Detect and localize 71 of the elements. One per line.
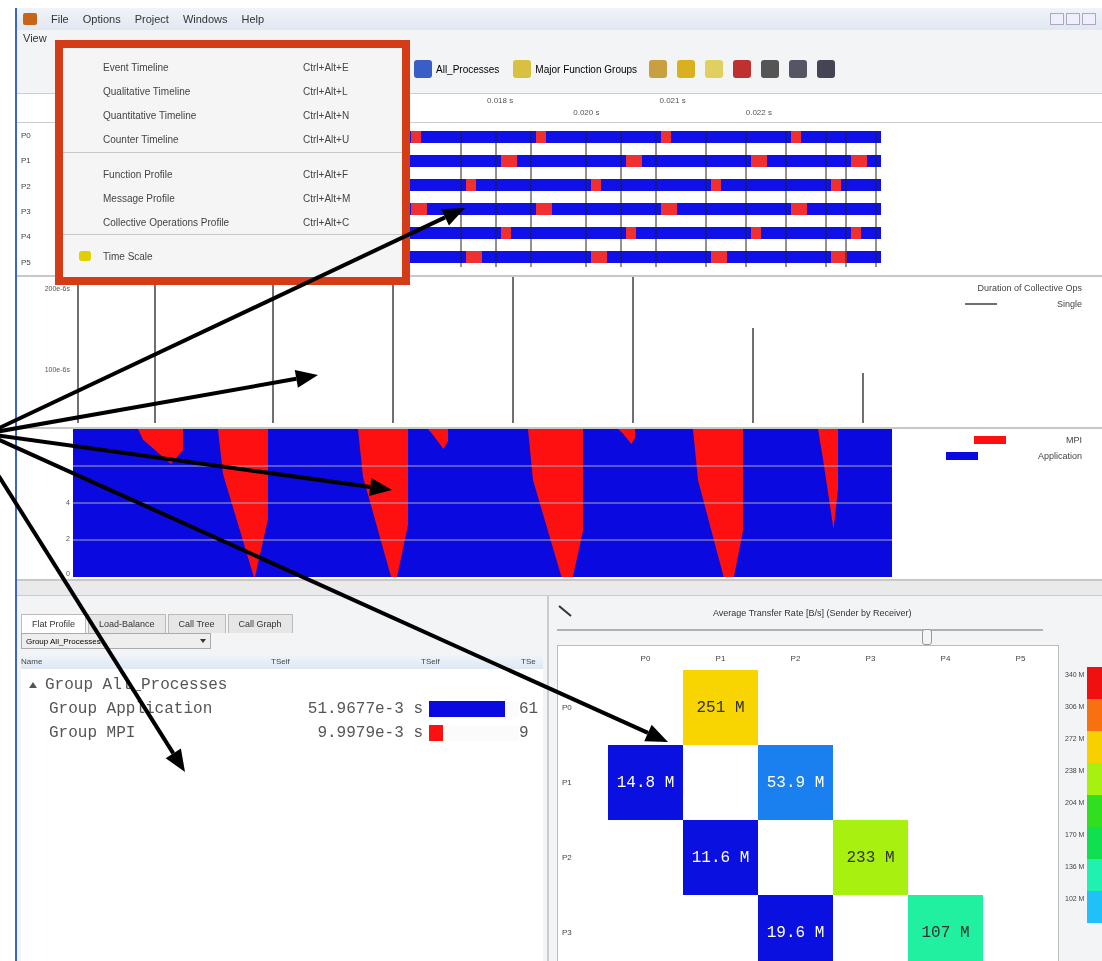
menu-item[interactable]: Windows xyxy=(182,13,228,25)
legend-label: MPI xyxy=(1066,435,1082,445)
column-header[interactable]: Name xyxy=(21,656,271,666)
process-label: P2 xyxy=(21,181,32,191)
column-header: P1 xyxy=(714,652,727,665)
row-header: P0 xyxy=(561,702,573,714)
table-cell-text: 9.9979e-3 s xyxy=(316,724,424,742)
menu-entry[interactable]: Quantitative Timeline Ctrl+Alt+N xyxy=(63,104,402,129)
toolbar-icon[interactable] xyxy=(761,60,780,78)
toolbar-icon[interactable] xyxy=(733,60,752,78)
column-header: P4 xyxy=(939,652,952,665)
menu-entry[interactable]: Collective Operations Profile Ctrl+Alt+C xyxy=(63,210,402,235)
menu-item[interactable]: File xyxy=(51,13,69,25)
table-cell-text: 51.9677e-3 s xyxy=(306,700,424,718)
matrix-cell: 14.8 M xyxy=(608,745,683,820)
matrix-title: Average Transfer Rate [B/s] (Sender by Receiver) xyxy=(713,607,912,618)
process-label: P4 xyxy=(21,232,32,242)
process-label: P1 xyxy=(21,156,32,166)
menu-item[interactable]: Help xyxy=(241,13,265,25)
column-header[interactable]: TSe xyxy=(521,656,551,666)
menu-entry[interactable]: Message Profile Ctrl+Alt+M xyxy=(63,186,402,211)
menu-item[interactable]: View xyxy=(23,31,47,44)
column-header[interactable]: TSelf xyxy=(271,656,421,666)
tab[interactable]: Load-Balance xyxy=(88,614,166,633)
slider-thumb[interactable] xyxy=(922,629,933,645)
process-label: P5 xyxy=(21,257,32,267)
menu-entry[interactable]: Time Scale xyxy=(63,244,402,269)
group-dropdown[interactable]: Group All_Processes xyxy=(21,633,211,649)
matrix-cell: 11.6 M xyxy=(683,820,758,895)
row-header: P3 xyxy=(561,927,573,939)
tab[interactable]: Call Graph xyxy=(227,614,293,633)
tree-item[interactable]: Group MPI xyxy=(49,724,279,742)
toolbar-icon[interactable] xyxy=(817,60,836,78)
tab[interactable]: Flat Profile xyxy=(21,614,86,633)
matrix-cell: 53.9 M xyxy=(758,745,833,820)
toolbar-button[interactable]: All_Processes xyxy=(412,58,502,80)
row-header: P2 xyxy=(561,852,573,864)
toolbar-button[interactable]: Major Function Groups xyxy=(511,58,640,80)
column-header[interactable]: TSelf xyxy=(421,656,521,666)
menu-entry[interactable]: Counter Timeline Ctrl+Alt+U xyxy=(63,128,402,153)
table-cell-text: 9 xyxy=(519,724,530,742)
matrix-cell: 233 M xyxy=(833,820,908,895)
legend-label: Single xyxy=(1057,299,1082,309)
table-cell-text: 61 xyxy=(519,700,540,718)
column-header: P5 xyxy=(1014,652,1027,665)
matrix-cell: 19.6 M xyxy=(758,895,833,961)
column-header: P0 xyxy=(639,652,652,665)
menu-entry[interactable]: Qualitative Timeline Ctrl+Alt+L xyxy=(63,80,402,105)
row-header: P1 xyxy=(561,777,573,789)
menu-item[interactable]: Options xyxy=(82,13,121,25)
expand-icon[interactable] xyxy=(29,681,37,688)
column-header: P3 xyxy=(864,652,877,665)
menu-entry[interactable]: Function Profile Ctrl+Alt+F xyxy=(63,162,402,187)
app-icon xyxy=(23,13,37,25)
time-tick-label: 0.022 s xyxy=(745,108,772,117)
legend-label: Application xyxy=(1038,451,1082,461)
matrix-cell: 107 M xyxy=(908,895,983,961)
matrix-cell: 251 M xyxy=(683,670,758,745)
caret-icon xyxy=(200,639,206,643)
process-label: P3 xyxy=(21,207,32,217)
tab[interactable]: Call Tree xyxy=(167,614,226,633)
column-header: P2 xyxy=(789,652,802,665)
menu-item[interactable]: Project xyxy=(134,13,169,25)
process-label: P0 xyxy=(21,131,32,141)
horizontal-scrollbar[interactable] xyxy=(17,581,1102,596)
legend-title: Duration of Collective Ops xyxy=(977,283,1082,293)
time-tick-label: 0.020 s xyxy=(573,108,600,117)
toolbar-icon[interactable] xyxy=(789,60,808,78)
time-tick-label: 0.021 s xyxy=(659,96,686,105)
time-tick-label: 0.018 s xyxy=(487,96,514,105)
menu-entry[interactable]: Event Timeline Ctrl+Alt+E xyxy=(63,56,402,81)
